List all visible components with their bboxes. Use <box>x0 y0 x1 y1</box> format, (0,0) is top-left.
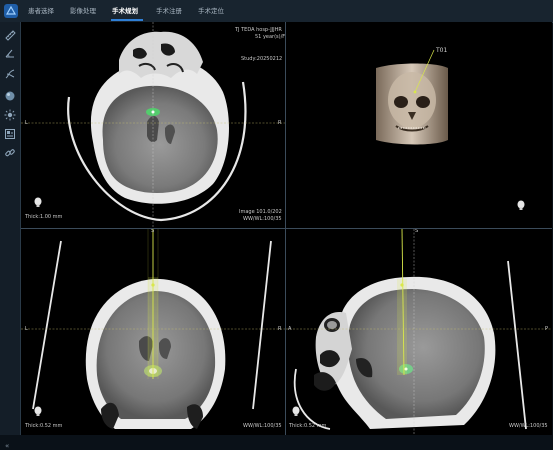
patient-hospital-text: TJ TEDA hosp-JJJHR <box>235 27 282 33</box>
window-level-text: WW/WL:100/35 <box>509 423 548 429</box>
ruler-icon[interactable] <box>4 29 16 41</box>
window-level-text: WW/WL:100/35 <box>243 423 282 429</box>
slice-thickness-text: Thick:0.52 mm <box>25 423 63 429</box>
viewport-divider-horizontal[interactable] <box>21 228 552 229</box>
orientation-right-label: P <box>545 326 549 332</box>
tab-image-processing[interactable]: 影像处理 <box>70 5 96 17</box>
patient-age-sex-text: 51 year(s)/F <box>255 34 286 40</box>
head-holder-left <box>32 240 62 410</box>
tab-surgical-registration[interactable]: 手术注册 <box>156 5 182 17</box>
link-icon[interactable] <box>4 147 16 159</box>
tab-patient-select[interactable]: 患者选择 <box>28 5 54 17</box>
slice-thickness-text: Thick:1.00 mm <box>25 214 63 220</box>
3d-render-view[interactable]: T01 <box>286 22 552 228</box>
brain-tissue <box>347 289 485 419</box>
slice-thickness-text: Thick:0.52 mm <box>289 423 327 429</box>
window-level-text: WW/WL:100/35 <box>243 216 282 222</box>
axial-view[interactable] <box>21 22 285 228</box>
tool-sidebar: « <box>0 22 21 450</box>
settings-icon[interactable] <box>4 128 16 140</box>
fiber-icon[interactable] <box>4 68 16 80</box>
active-tab-indicator <box>111 19 143 21</box>
orientation-head-icon <box>517 200 525 210</box>
tab-surgical-positioning[interactable]: 手术定位 <box>198 5 224 17</box>
sagittal-view[interactable] <box>286 229 552 435</box>
light-icon[interactable] <box>4 109 16 121</box>
target-label: T01 <box>435 47 447 54</box>
head-holder-right <box>252 240 272 410</box>
orientation-right-label: R <box>278 120 282 126</box>
coronal-view[interactable] <box>21 229 285 435</box>
image-index-text: Image 101.0/202 <box>239 209 282 215</box>
orientation-head-icon <box>292 406 300 416</box>
sphere-icon[interactable] <box>4 90 16 102</box>
orientation-right-label: R <box>278 326 282 332</box>
orientation-left-label: A <box>288 326 292 332</box>
app-logo-icon <box>4 4 18 18</box>
tab-surgical-planning[interactable]: 手术规划 <box>112 5 138 17</box>
head-holder-right <box>507 260 527 430</box>
brain-tissue <box>102 85 218 194</box>
study-date-text: Study:20250212 <box>241 56 283 62</box>
angle-icon[interactable] <box>4 47 16 59</box>
sidebar-collapse-button[interactable]: « <box>5 442 9 450</box>
orientation-head-icon <box>34 406 42 416</box>
orientation-left-label: L <box>25 120 28 126</box>
top-bar: 患者选择 影像处理 手术规划 手术注册 手术定位 <box>0 0 553 23</box>
orientation-left-label: L <box>25 326 28 332</box>
orientation-head-icon <box>34 197 42 207</box>
